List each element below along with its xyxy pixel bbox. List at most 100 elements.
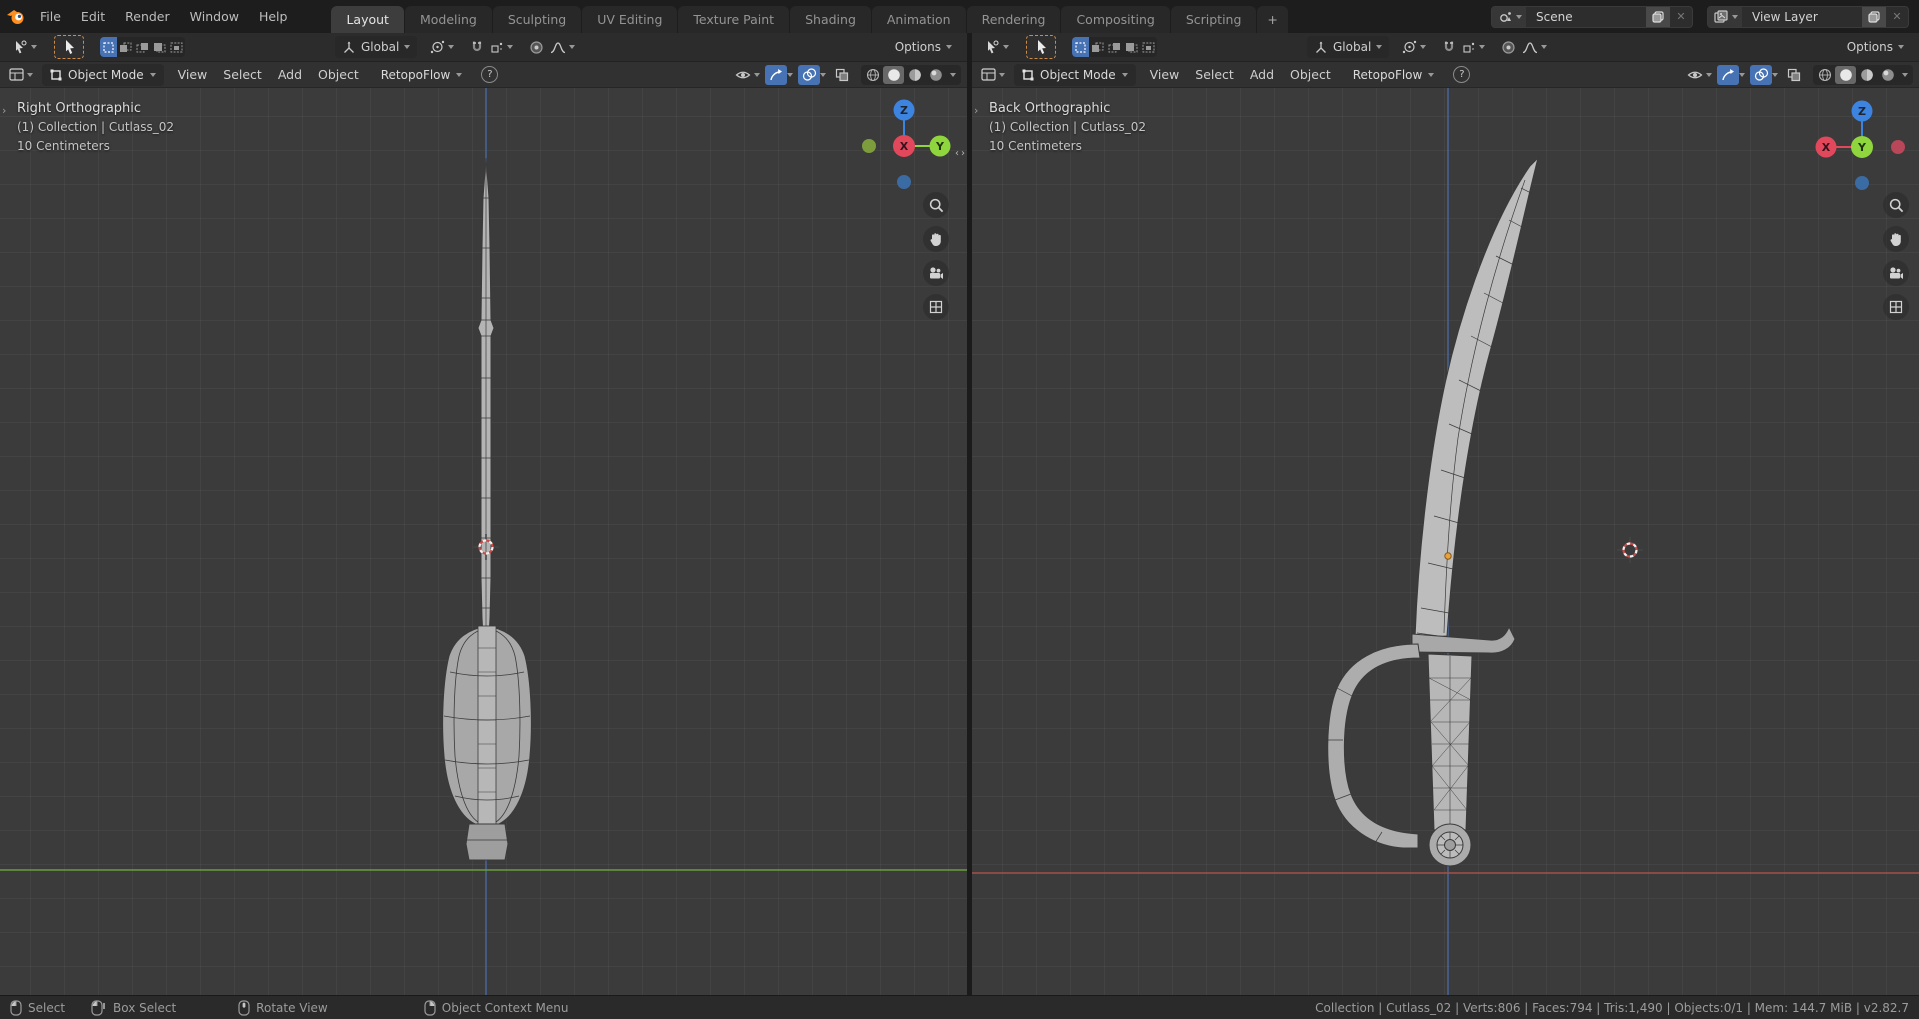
axis-z-negative-ball[interactable]	[897, 175, 911, 189]
proportional-editing-icon[interactable]	[526, 36, 547, 58]
menu-view[interactable]: View	[170, 63, 216, 87]
scene-selector[interactable]: Scene ✕	[1491, 5, 1693, 28]
select-mode-set[interactable]	[1072, 37, 1089, 57]
pivot-point-dropdown[interactable]	[1399, 36, 1429, 58]
snap-magnet-icon[interactable]	[467, 36, 487, 58]
select-mode-extend[interactable]	[1089, 37, 1106, 57]
visibility-dropdown[interactable]	[1706, 72, 1712, 77]
xray-toggle[interactable]	[831, 65, 853, 85]
xray-toggle[interactable]	[1783, 65, 1805, 85]
menu-add[interactable]: Add	[270, 63, 310, 87]
tab-shading[interactable]: Shading	[790, 6, 871, 33]
shading-material-icon[interactable]	[1856, 66, 1877, 84]
shading-rendered-icon[interactable]	[925, 66, 946, 84]
select-box-tool-button[interactable]	[54, 35, 84, 59]
add-view-layer-button[interactable]	[1862, 6, 1886, 27]
show-overlays-toggle[interactable]	[1750, 64, 1772, 85]
proportional-editing-icon[interactable]	[1498, 36, 1519, 58]
snap-magnet-icon[interactable]	[1439, 36, 1459, 58]
overlays-dropdown[interactable]	[820, 72, 826, 77]
select-mode-invert[interactable]	[1123, 37, 1140, 57]
viewport-canvas-left[interactable]: Right Orthographic (1) Collection | Cutl…	[0, 88, 967, 995]
view-layer-selector[interactable]: View Layer ✕	[1707, 5, 1909, 28]
snap-target-dropdown[interactable]	[487, 36, 516, 58]
add-workspace-button[interactable]: +	[1257, 6, 1288, 33]
zoom-icon[interactable]	[923, 192, 949, 218]
menu-add[interactable]: Add	[1242, 63, 1282, 87]
new-scene-button[interactable]	[1646, 6, 1670, 27]
proportional-falloff-dropdown[interactable]	[547, 36, 578, 58]
transform-orientation-dropdown[interactable]: Global	[335, 36, 418, 58]
show-gizmos-toggle[interactable]	[765, 64, 787, 85]
menu-object[interactable]: Object	[1282, 63, 1339, 87]
overlays-dropdown[interactable]	[1772, 72, 1778, 77]
show-overlays-toggle[interactable]	[798, 64, 820, 85]
menu-object[interactable]: Object	[310, 63, 367, 87]
menu-edit[interactable]: Edit	[71, 6, 115, 28]
ortho-grid-icon[interactable]	[1883, 294, 1909, 320]
snap-target-dropdown[interactable]	[1459, 36, 1488, 58]
mode-dropdown[interactable]: Object Mode	[1014, 63, 1136, 86]
mode-dropdown[interactable]: Object Mode	[42, 63, 164, 86]
options-dropdown[interactable]: Options	[888, 36, 959, 58]
shading-wireframe-icon[interactable]	[862, 66, 883, 84]
cutlass-mesh-side-view[interactable]	[972, 88, 1919, 995]
tab-modeling[interactable]: Modeling	[404, 6, 492, 33]
retopoflow-help-button[interactable]: ?	[1453, 66, 1471, 83]
menu-render[interactable]: Render	[115, 6, 180, 28]
select-mode-intersect[interactable]	[1140, 37, 1157, 57]
menu-window[interactable]: Window	[180, 6, 249, 28]
tab-scripting[interactable]: Scripting	[1170, 6, 1257, 33]
menu-select[interactable]: Select	[215, 63, 270, 87]
shading-material-icon[interactable]	[904, 66, 925, 84]
pan-hand-icon[interactable]	[1883, 226, 1909, 252]
select-mode-extend[interactable]	[117, 37, 134, 57]
axis-gizmo[interactable]: Z X Y	[856, 98, 952, 194]
view-layer-name[interactable]: View Layer	[1742, 10, 1862, 24]
tab-uv-editing[interactable]: UV Editing	[582, 6, 678, 33]
tab-texture-paint[interactable]: Texture Paint	[678, 6, 790, 33]
axis-y-negative-ball[interactable]	[862, 139, 876, 153]
tab-layout[interactable]: Layout	[331, 6, 404, 33]
retopoflow-help-button[interactable]: ?	[481, 66, 499, 83]
retopoflow-menu[interactable]: RetopoFlow	[373, 64, 471, 86]
viewport-splitter[interactable]	[967, 33, 972, 995]
editor-type-dropdown[interactable]	[978, 64, 1008, 86]
active-tool-dropdown[interactable]	[8, 36, 40, 58]
tab-sculpting[interactable]: Sculpting	[492, 6, 582, 33]
axis-z-negative-ball[interactable]	[1855, 176, 1869, 190]
menu-select[interactable]: Select	[1187, 63, 1242, 87]
gizmos-dropdown[interactable]	[1739, 72, 1745, 77]
shading-solid-icon[interactable]	[883, 65, 904, 84]
menu-view[interactable]: View	[1142, 63, 1188, 87]
visibility-eye-icon[interactable]	[732, 65, 754, 85]
show-gizmos-toggle[interactable]	[1717, 64, 1739, 85]
gizmos-dropdown[interactable]	[787, 72, 793, 77]
tab-compositing[interactable]: Compositing	[1061, 6, 1170, 33]
menu-file[interactable]: File	[30, 6, 71, 28]
viewport-canvas-right[interactable]: Back Orthographic (1) Collection | Cutla…	[972, 88, 1919, 995]
scene-icon[interactable]	[1492, 6, 1526, 27]
sidebar-toggle-arrow[interactable]: ›	[2, 104, 6, 117]
zoom-icon[interactable]	[1883, 192, 1909, 218]
ortho-grid-icon[interactable]	[923, 294, 949, 320]
select-box-tool-button[interactable]	[1026, 35, 1056, 59]
options-dropdown[interactable]: Options	[1840, 36, 1911, 58]
blender-logo-icon[interactable]	[0, 9, 30, 25]
shading-dropdown[interactable]	[950, 72, 956, 77]
pivot-point-dropdown[interactable]	[427, 36, 457, 58]
pan-hand-icon[interactable]	[923, 226, 949, 252]
sidebar-toggle-arrow[interactable]: ›	[974, 104, 978, 117]
axis-x-negative-ball[interactable]	[1891, 140, 1905, 154]
unlink-scene-button[interactable]: ✕	[1670, 7, 1692, 27]
retopoflow-menu[interactable]: RetopoFlow	[1345, 64, 1443, 86]
select-mode-invert[interactable]	[151, 37, 168, 57]
axis-gizmo[interactable]: Z X Y	[1814, 99, 1910, 195]
select-mode-intersect[interactable]	[168, 37, 185, 57]
visibility-dropdown[interactable]	[754, 72, 760, 77]
remove-view-layer-button[interactable]: ✕	[1886, 7, 1908, 27]
shading-dropdown[interactable]	[1902, 72, 1908, 77]
shading-wireframe-icon[interactable]	[1814, 66, 1835, 84]
view-layer-icon[interactable]	[1708, 6, 1742, 27]
camera-view-icon[interactable]	[923, 260, 949, 286]
